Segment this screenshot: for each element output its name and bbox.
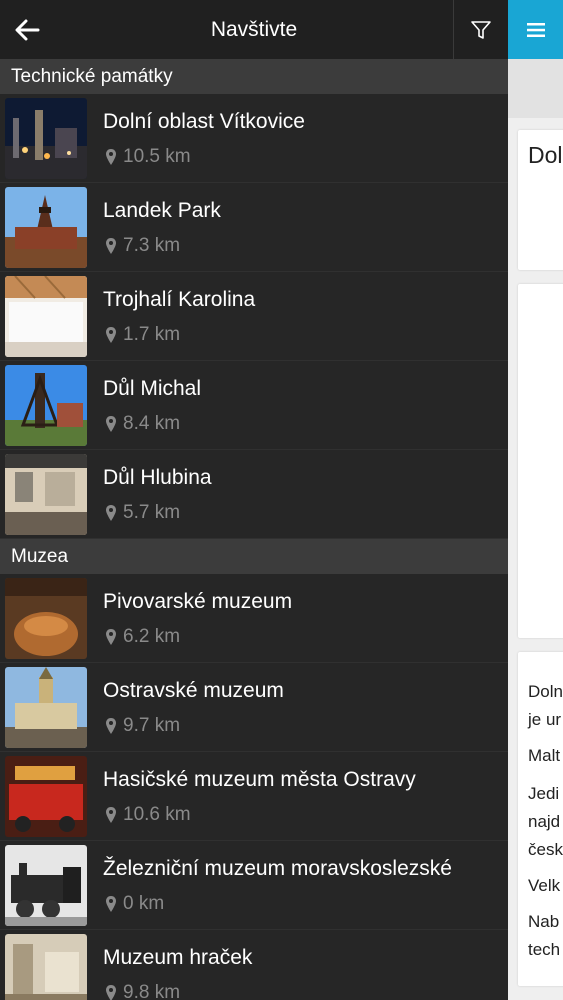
detail-title-card: Dol [518,130,563,270]
place-name: Trojhalí Karolina [103,288,256,311]
place-name: Muzeum hraček [103,946,253,969]
place-thumbnail [5,756,87,837]
list-item[interactable]: Pivovarské muzeum 6.2 km [0,574,508,663]
location-pin-icon [106,807,116,823]
place-distance: 10.6 km [105,804,191,826]
distance-value: 0 km [123,893,165,914]
place-name: Železniční muzeum moravskoslezské [103,857,452,880]
detail-image-card [518,284,563,638]
place-name: Důl Hlubina [103,466,212,489]
section-header-technical: Technické památky [0,59,508,94]
place-thumbnail [5,187,87,268]
list-item[interactable]: Hasičské muzeum města Ostravy 10.6 km [0,752,508,841]
distance-value: 6.2 km [123,626,181,647]
location-pin-icon [106,149,116,165]
location-pin-icon [106,718,116,734]
detail-text-line: Malt [528,746,561,765]
list-item[interactable]: Ostravské muzeum 9.7 km [0,663,508,752]
list-item[interactable]: Důl Hlubina 5.7 km [0,450,508,539]
place-distance: 1.7 km [105,324,180,346]
place-distance: 0 km [105,893,164,915]
location-pin-icon [106,629,116,645]
distance-value: 9.7 km [123,715,181,736]
navigation-drawer: Navštivte Technické památky Dolní oblast… [0,0,508,1000]
place-thumbnail [5,276,87,357]
list-item[interactable]: Trojhalí Karolina 1.7 km [0,272,508,361]
detail-text-line: Jedi [528,784,560,803]
place-thumbnail [5,454,87,535]
place-thumbnail [5,667,87,748]
place-name: Hasičské muzeum města Ostravy [103,768,416,791]
place-distance: 5.7 km [105,502,180,524]
place-thumbnail [5,934,87,1000]
distance-value: 1.7 km [123,324,181,345]
distance-value: 10.6 km [123,804,191,825]
distance-value: 5.7 km [123,502,181,523]
place-name: Landek Park [103,199,221,222]
filter-icon [471,20,491,39]
place-name: Ostravské muzeum [103,679,284,702]
list-item[interactable]: Muzeum hraček 9.8 km [0,930,508,1000]
place-thumbnail [5,578,87,659]
detail-text-line: najd [528,812,561,831]
location-pin-icon [106,985,116,1000]
arrow-left-icon [15,19,40,40]
place-thumbnail [5,98,87,179]
place-thumbnail [5,365,87,446]
distance-value: 8.4 km [123,413,181,434]
location-pin-icon [106,327,116,343]
top-app-bar: Navštivte [0,0,508,59]
place-distance: 10.5 km [105,146,191,168]
distance-value: 7.3 km [123,235,181,256]
list-item[interactable]: Landek Park 7.3 km [0,183,508,272]
distance-value: 10.5 km [123,146,191,167]
detail-panel: Dol Doln je ur Malt Jedi najd česk Velk … [508,0,563,1000]
detail-title: Dol [528,142,563,168]
location-pin-icon [106,238,116,254]
page-title: Navštivte [210,18,298,41]
list-item[interactable]: Dolní oblast Vítkovice 10.5 km [0,94,508,183]
list-item[interactable]: Důl Michal 8.4 km [0,361,508,450]
detail-text-line: je ur [528,710,562,729]
hamburger-menu-icon [526,22,545,37]
detail-text-line: česk [528,840,563,859]
place-thumbnail [5,845,87,926]
detail-text-line: Velk [528,876,561,895]
detail-toolbar [508,59,563,118]
places-list: Technické památky Dolní oblast Vítkovice… [0,59,508,1000]
location-pin-icon [106,505,116,521]
detail-text-card: Doln je ur Malt Jedi najd česk Velk Nab … [518,652,563,986]
distance-value: 9.8 km [123,982,181,1000]
list-item[interactable]: Železniční muzeum moravskoslezské 0 km [0,841,508,930]
section-header-museums: Muzea [0,539,508,574]
location-pin-icon [106,896,116,912]
back-button[interactable] [0,0,54,59]
location-pin-icon [106,416,116,432]
place-name: Důl Michal [103,377,202,400]
place-distance: 6.2 km [105,626,180,648]
place-name: Pivovarské muzeum [103,590,293,613]
filter-button[interactable] [453,0,508,59]
place-name: Dolní oblast Vítkovice [103,110,305,133]
place-distance: 9.8 km [105,982,180,1000]
place-distance: 7.3 km [105,235,180,257]
menu-button[interactable] [508,0,563,59]
detail-text-line: tech [528,940,561,959]
detail-text-line: Doln [528,682,563,701]
place-distance: 9.7 km [105,715,180,737]
place-distance: 8.4 km [105,413,180,435]
detail-text-line: Nab [528,912,560,931]
